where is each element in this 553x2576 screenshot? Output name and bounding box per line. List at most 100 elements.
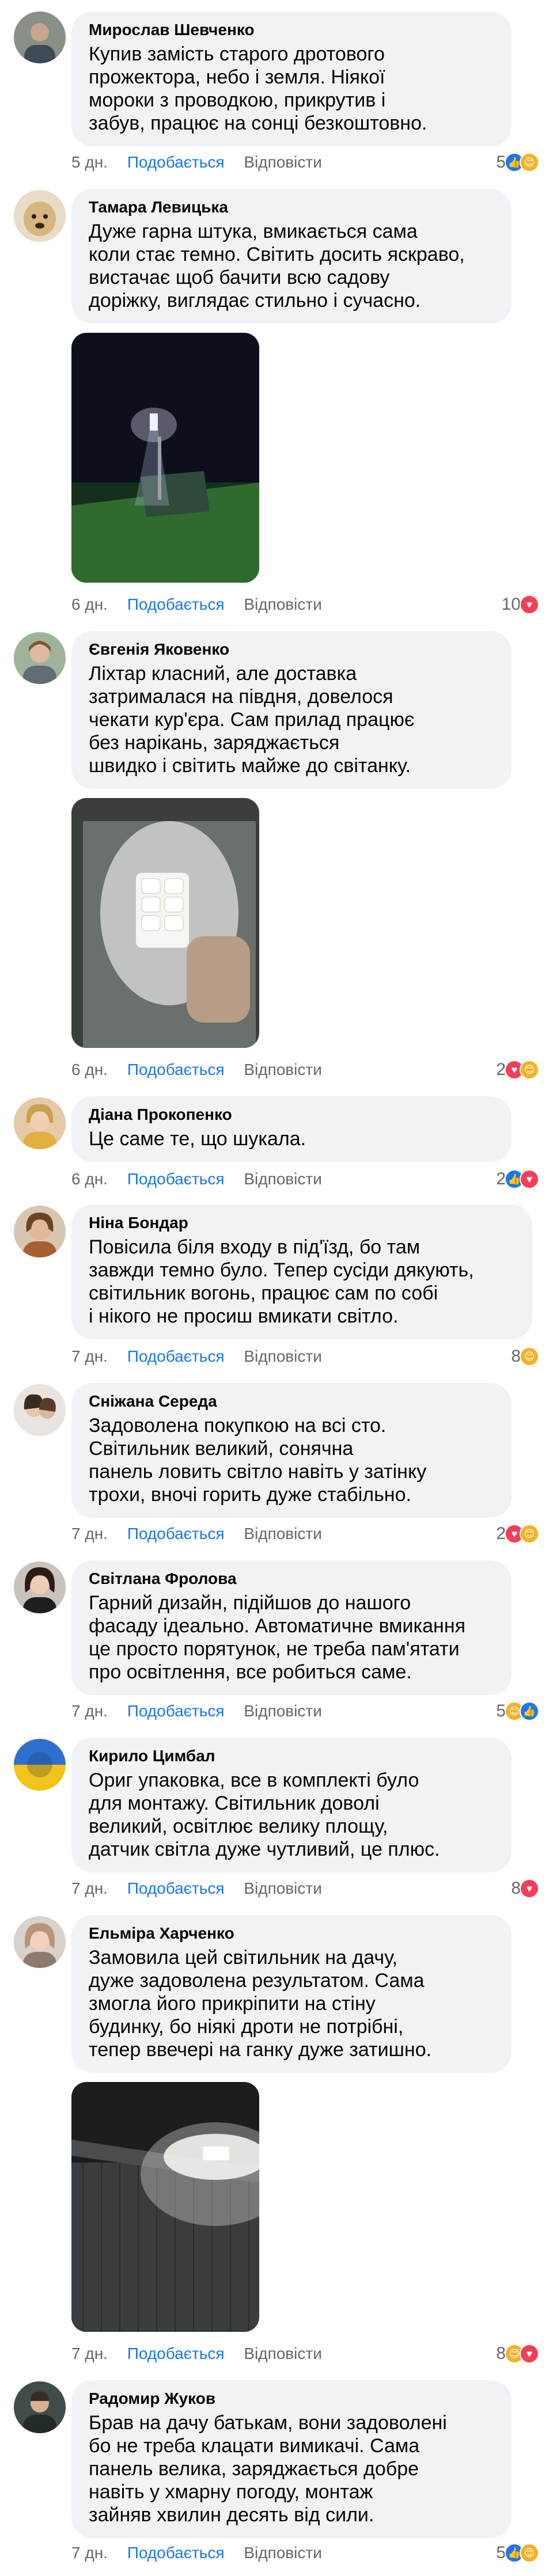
reply-button[interactable]: Відповісти — [244, 2541, 322, 2564]
love-icon: ♥ — [520, 1879, 539, 1898]
comment-actions: 6 дн. Подобається Відповісти — [71, 1058, 337, 1081]
comment-time[interactable]: 6 дн. — [71, 1168, 108, 1191]
avatar[interactable] — [14, 1097, 66, 1149]
reactions[interactable]: 5 😊 👍 — [496, 1700, 539, 1723]
reactions[interactable]: 10 ♥ — [502, 593, 539, 616]
reply-button[interactable]: Відповісти — [244, 1058, 322, 1081]
like-button[interactable]: Подобається — [127, 2541, 225, 2564]
comment-time[interactable]: 6 дн. — [71, 593, 108, 616]
comment-author[interactable]: Ніна Бондар — [89, 1213, 515, 1233]
comment-time[interactable]: 7 дн. — [71, 2342, 108, 2365]
comment-photo[interactable] — [71, 798, 259, 1048]
love-icon: ♥ — [520, 2344, 539, 2364]
like-button[interactable]: Подобається — [127, 1345, 225, 1368]
comment-text: Замовила цей світильник на дачу, дуже за… — [89, 1947, 432, 2061]
comment-photo[interactable] — [71, 333, 259, 583]
reply-button[interactable]: Відповісти — [244, 1700, 322, 1723]
like-button[interactable]: Подобається — [127, 1522, 225, 1545]
comment-author[interactable]: Сніжана Середа — [89, 1391, 494, 1412]
comment-text: Ліхтар класний, але доставка затрималася… — [89, 663, 415, 777]
comment-author[interactable]: Тамара Левицька — [89, 197, 494, 218]
comment-author[interactable]: Радомир Жуков — [89, 2388, 494, 2409]
comment-time[interactable]: 7 дн. — [71, 1700, 108, 1723]
comment-text: Дуже гарна штука, вмикається сама коли с… — [89, 221, 465, 311]
like-button[interactable]: Подобається — [127, 2342, 225, 2365]
comment-time[interactable]: 7 дн. — [71, 1345, 108, 1368]
comment-author[interactable]: Світлана Фролова — [89, 1568, 494, 1589]
reactions-count: 10 — [501, 595, 521, 614]
comment-bubble: Ельміра Харченко Замовила цей світильник… — [71, 1915, 512, 2073]
like-icon: 👍 — [520, 1701, 539, 1721]
love-icon: ♥ — [520, 1169, 539, 1189]
care-icon: 😊 — [520, 1060, 539, 1080]
reactions[interactable]: 2 ♥ 😊 — [496, 1058, 539, 1081]
comment-text: Купив замість старого дротового прожекто… — [89, 43, 427, 134]
comment-actions: 7 дн. Подобається Відповісти — [71, 1877, 337, 1900]
love-icon: ♥ — [520, 595, 539, 614]
reactions[interactable]: 8 😊 — [511, 1345, 539, 1368]
reply-button[interactable]: Відповісти — [244, 151, 322, 174]
comment-text: Брав на дачу батькам, вони задоволені бо… — [89, 2412, 447, 2526]
reply-button[interactable]: Відповісти — [244, 2342, 322, 2365]
reactions[interactable]: 2 ♥ 😊 — [496, 1522, 539, 1545]
comment-text: Задоволена покупкою на всі сто. Світильн… — [89, 1415, 427, 1506]
comment-bubble: Тамара Левицька Дуже гарна штука, вмикає… — [71, 189, 512, 324]
avatar[interactable] — [14, 190, 66, 242]
reactions[interactable]: 5 👍 😊 — [496, 151, 539, 174]
comment-text: Це саме те, що шукала. — [89, 1128, 306, 1150]
avatar[interactable] — [14, 1916, 66, 1968]
comment-actions: 5 дн. Подобається Відповісти — [71, 151, 337, 174]
comment-time[interactable]: 7 дн. — [71, 2541, 108, 2564]
comment-actions: 7 дн. Подобається Відповісти — [71, 2541, 337, 2564]
avatar[interactable] — [14, 632, 66, 684]
comment-bubble: Ніна Бондар Повісила біля входу в під'їз… — [71, 1205, 532, 1339]
reactions[interactable]: 8 ♥ — [511, 1877, 539, 1900]
comment-author[interactable]: Мирослав Шевченко — [89, 20, 494, 40]
care-icon: 😊 — [520, 2543, 539, 2563]
like-button[interactable]: Подобається — [127, 1700, 225, 1723]
reply-button[interactable]: Відповісти — [244, 593, 322, 616]
avatar[interactable] — [14, 2381, 66, 2433]
reply-button[interactable]: Відповісти — [244, 1168, 322, 1191]
comment-actions: 7 дн. Подобається Відповісти — [71, 1700, 337, 1723]
reactions[interactable]: 2 👍 ♥ — [496, 1168, 539, 1191]
comment-author[interactable]: Євгенія Яковенко — [89, 639, 494, 660]
avatar[interactable] — [14, 1384, 66, 1436]
reply-button[interactable]: Відповісти — [244, 1877, 322, 1900]
reactions[interactable]: 8 😊 ♥ — [496, 2342, 539, 2365]
comment-text: Гарний дизайн, підійшов до нашого фасаду… — [89, 1592, 466, 1683]
comment-actions: 7 дн. Подобається Відповісти — [71, 2342, 337, 2365]
comment-bubble: Мирослав Шевченко Купив замість старого … — [71, 12, 512, 146]
comment-bubble: Євгенія Яковенко Ліхтар класний, але дос… — [71, 631, 512, 789]
avatar[interactable] — [14, 1561, 66, 1613]
comment-author[interactable]: Ельміра Харченко — [89, 1923, 494, 1944]
comment-bubble: Радомир Жуков Брав на дачу батькам, вони… — [71, 2380, 512, 2538]
comment-actions: 6 дн. Подобається Відповісти — [71, 593, 337, 616]
reply-button[interactable]: Відповісти — [244, 1522, 322, 1545]
comment-bubble: Кирило Цимбал Ориг упаковка, все в компл… — [71, 1738, 512, 1872]
like-button[interactable]: Подобається — [127, 1877, 225, 1900]
comment-bubble: Діана Прокопенко Це саме те, що шукала. — [71, 1096, 512, 1162]
comment-time[interactable]: 5 дн. — [71, 151, 108, 174]
comment-text: Ориг упаковка, все в комплекті було для … — [89, 1769, 440, 1860]
reactions[interactable]: 5 👍 😊 — [496, 2541, 539, 2564]
reply-button[interactable]: Відповісти — [244, 1345, 322, 1368]
comment-author[interactable]: Діана Прокопенко — [89, 1104, 494, 1125]
comment-time[interactable]: 7 дн. — [71, 1877, 108, 1900]
avatar[interactable] — [14, 12, 66, 63]
avatar[interactable] — [14, 1739, 66, 1791]
like-button[interactable]: Подобається — [127, 1168, 225, 1191]
like-button[interactable]: Подобається — [127, 1058, 225, 1081]
comment-author[interactable]: Кирило Цимбал — [89, 1746, 494, 1766]
avatar[interactable] — [14, 1206, 66, 1257]
like-button[interactable]: Подобається — [127, 593, 225, 616]
comment-time[interactable]: 6 дн. — [71, 1058, 108, 1081]
care-icon: 😊 — [520, 1347, 539, 1366]
comment-actions: 7 дн. Подобається Відповісти — [71, 1522, 337, 1545]
comment-photo[interactable] — [71, 2082, 259, 2332]
like-button[interactable]: Подобається — [127, 151, 225, 174]
care-icon: 😊 — [520, 153, 539, 172]
comment-bubble: Сніжана Середа Задоволена покупкою на вс… — [71, 1383, 512, 1518]
comment-actions: 6 дн. Подобається Відповісти — [71, 1168, 337, 1191]
comment-time[interactable]: 7 дн. — [71, 1522, 108, 1545]
